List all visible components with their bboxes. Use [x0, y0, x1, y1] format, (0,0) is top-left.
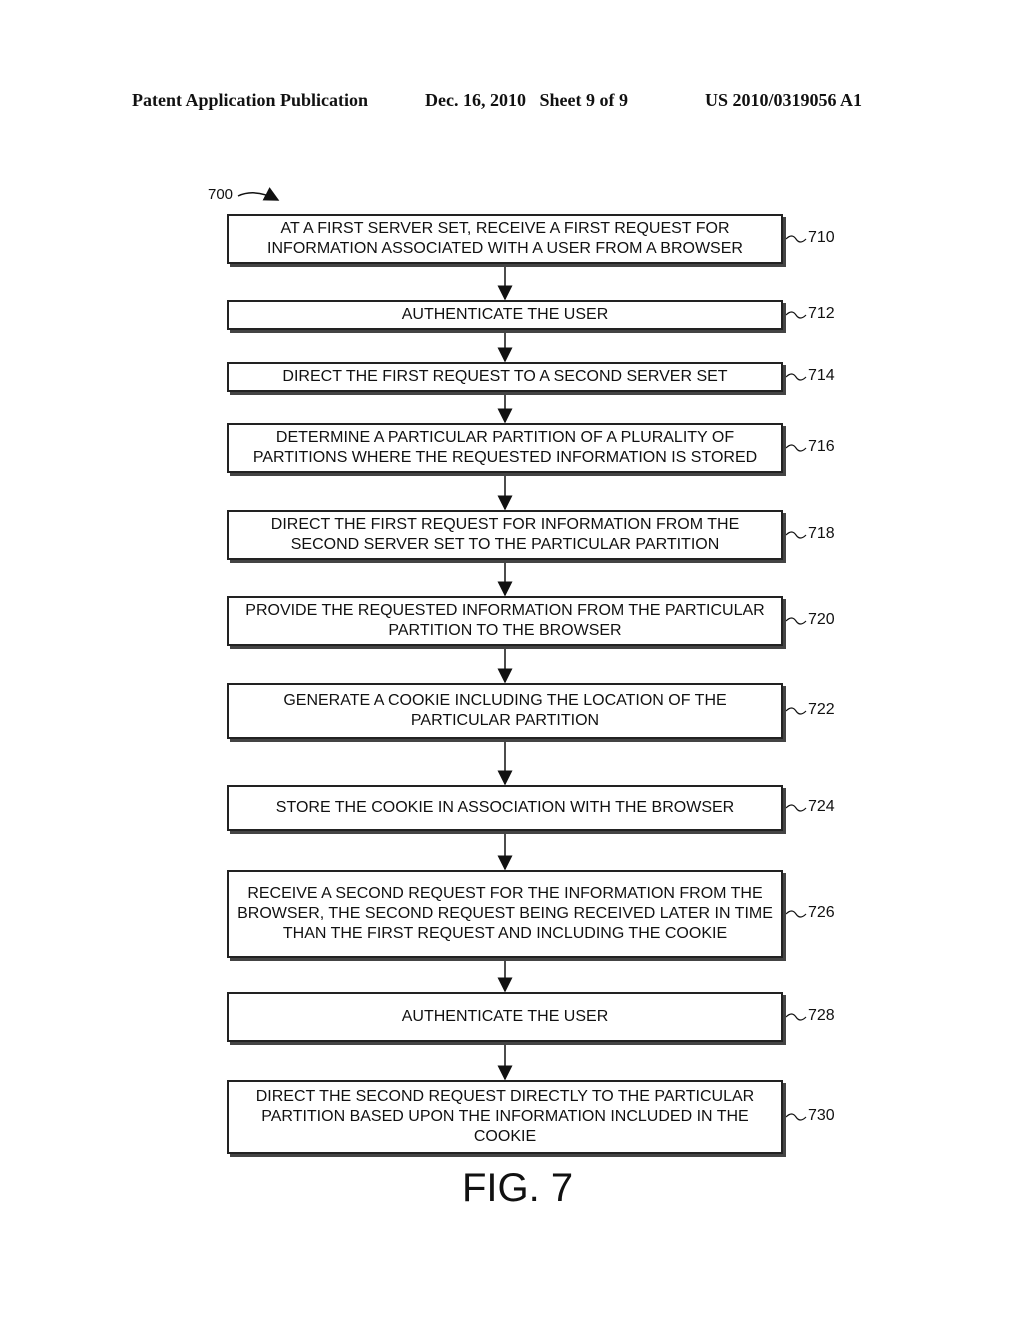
leader-line [785, 910, 807, 918]
step-728: AUTHENTICATE THE USER [227, 992, 783, 1042]
leader-line [785, 1113, 807, 1121]
label-arrow [237, 187, 280, 201]
ref-label-728: 728 [808, 1007, 835, 1024]
leader-line [785, 804, 807, 812]
leader-line [785, 617, 807, 625]
step-718: DIRECT THE FIRST REQUEST FOR INFORMATION… [227, 510, 783, 560]
leader-line [785, 311, 807, 319]
leader-line [785, 531, 807, 539]
ref-label-722: 722 [808, 701, 835, 718]
step-710: AT A FIRST SERVER SET, RECEIVE A FIRST R… [227, 214, 783, 264]
ref-label-712: 712 [808, 305, 835, 322]
leader-line [785, 1013, 807, 1021]
step-722: GENERATE A COOKIE INCLUDING THE LOCATION… [227, 683, 783, 739]
step-726: RECEIVE A SECOND REQUEST FOR THE INFORMA… [227, 870, 783, 958]
step-716: DETERMINE A PARTICULAR PARTITION OF A PL… [227, 423, 783, 473]
leader-line [785, 707, 807, 715]
ref-label-710: 710 [808, 229, 835, 246]
step-724: STORE THE COOKIE IN ASSOCIATION WITH THE… [227, 785, 783, 831]
leader-line [785, 235, 807, 243]
step-712: AUTHENTICATE THE USER [227, 300, 783, 330]
leader-line [785, 373, 807, 381]
ref-label-726: 726 [808, 904, 835, 921]
ref-label-714: 714 [808, 367, 835, 384]
ref-label-720: 720 [808, 611, 835, 628]
leader-line [785, 444, 807, 452]
ref-label-724: 724 [808, 798, 835, 815]
step-714: DIRECT THE FIRST REQUEST TO A SECOND SER… [227, 362, 783, 392]
figure-caption: FIG. 7 [462, 1166, 574, 1210]
ref-label-718: 718 [808, 525, 835, 542]
step-720: PROVIDE THE REQUESTED INFORMATION FROM T… [227, 596, 783, 646]
step-730: DIRECT THE SECOND REQUEST DIRECTLY TO TH… [227, 1080, 783, 1154]
ref-label-730: 730 [808, 1107, 835, 1124]
ref-label-716: 716 [808, 438, 835, 455]
